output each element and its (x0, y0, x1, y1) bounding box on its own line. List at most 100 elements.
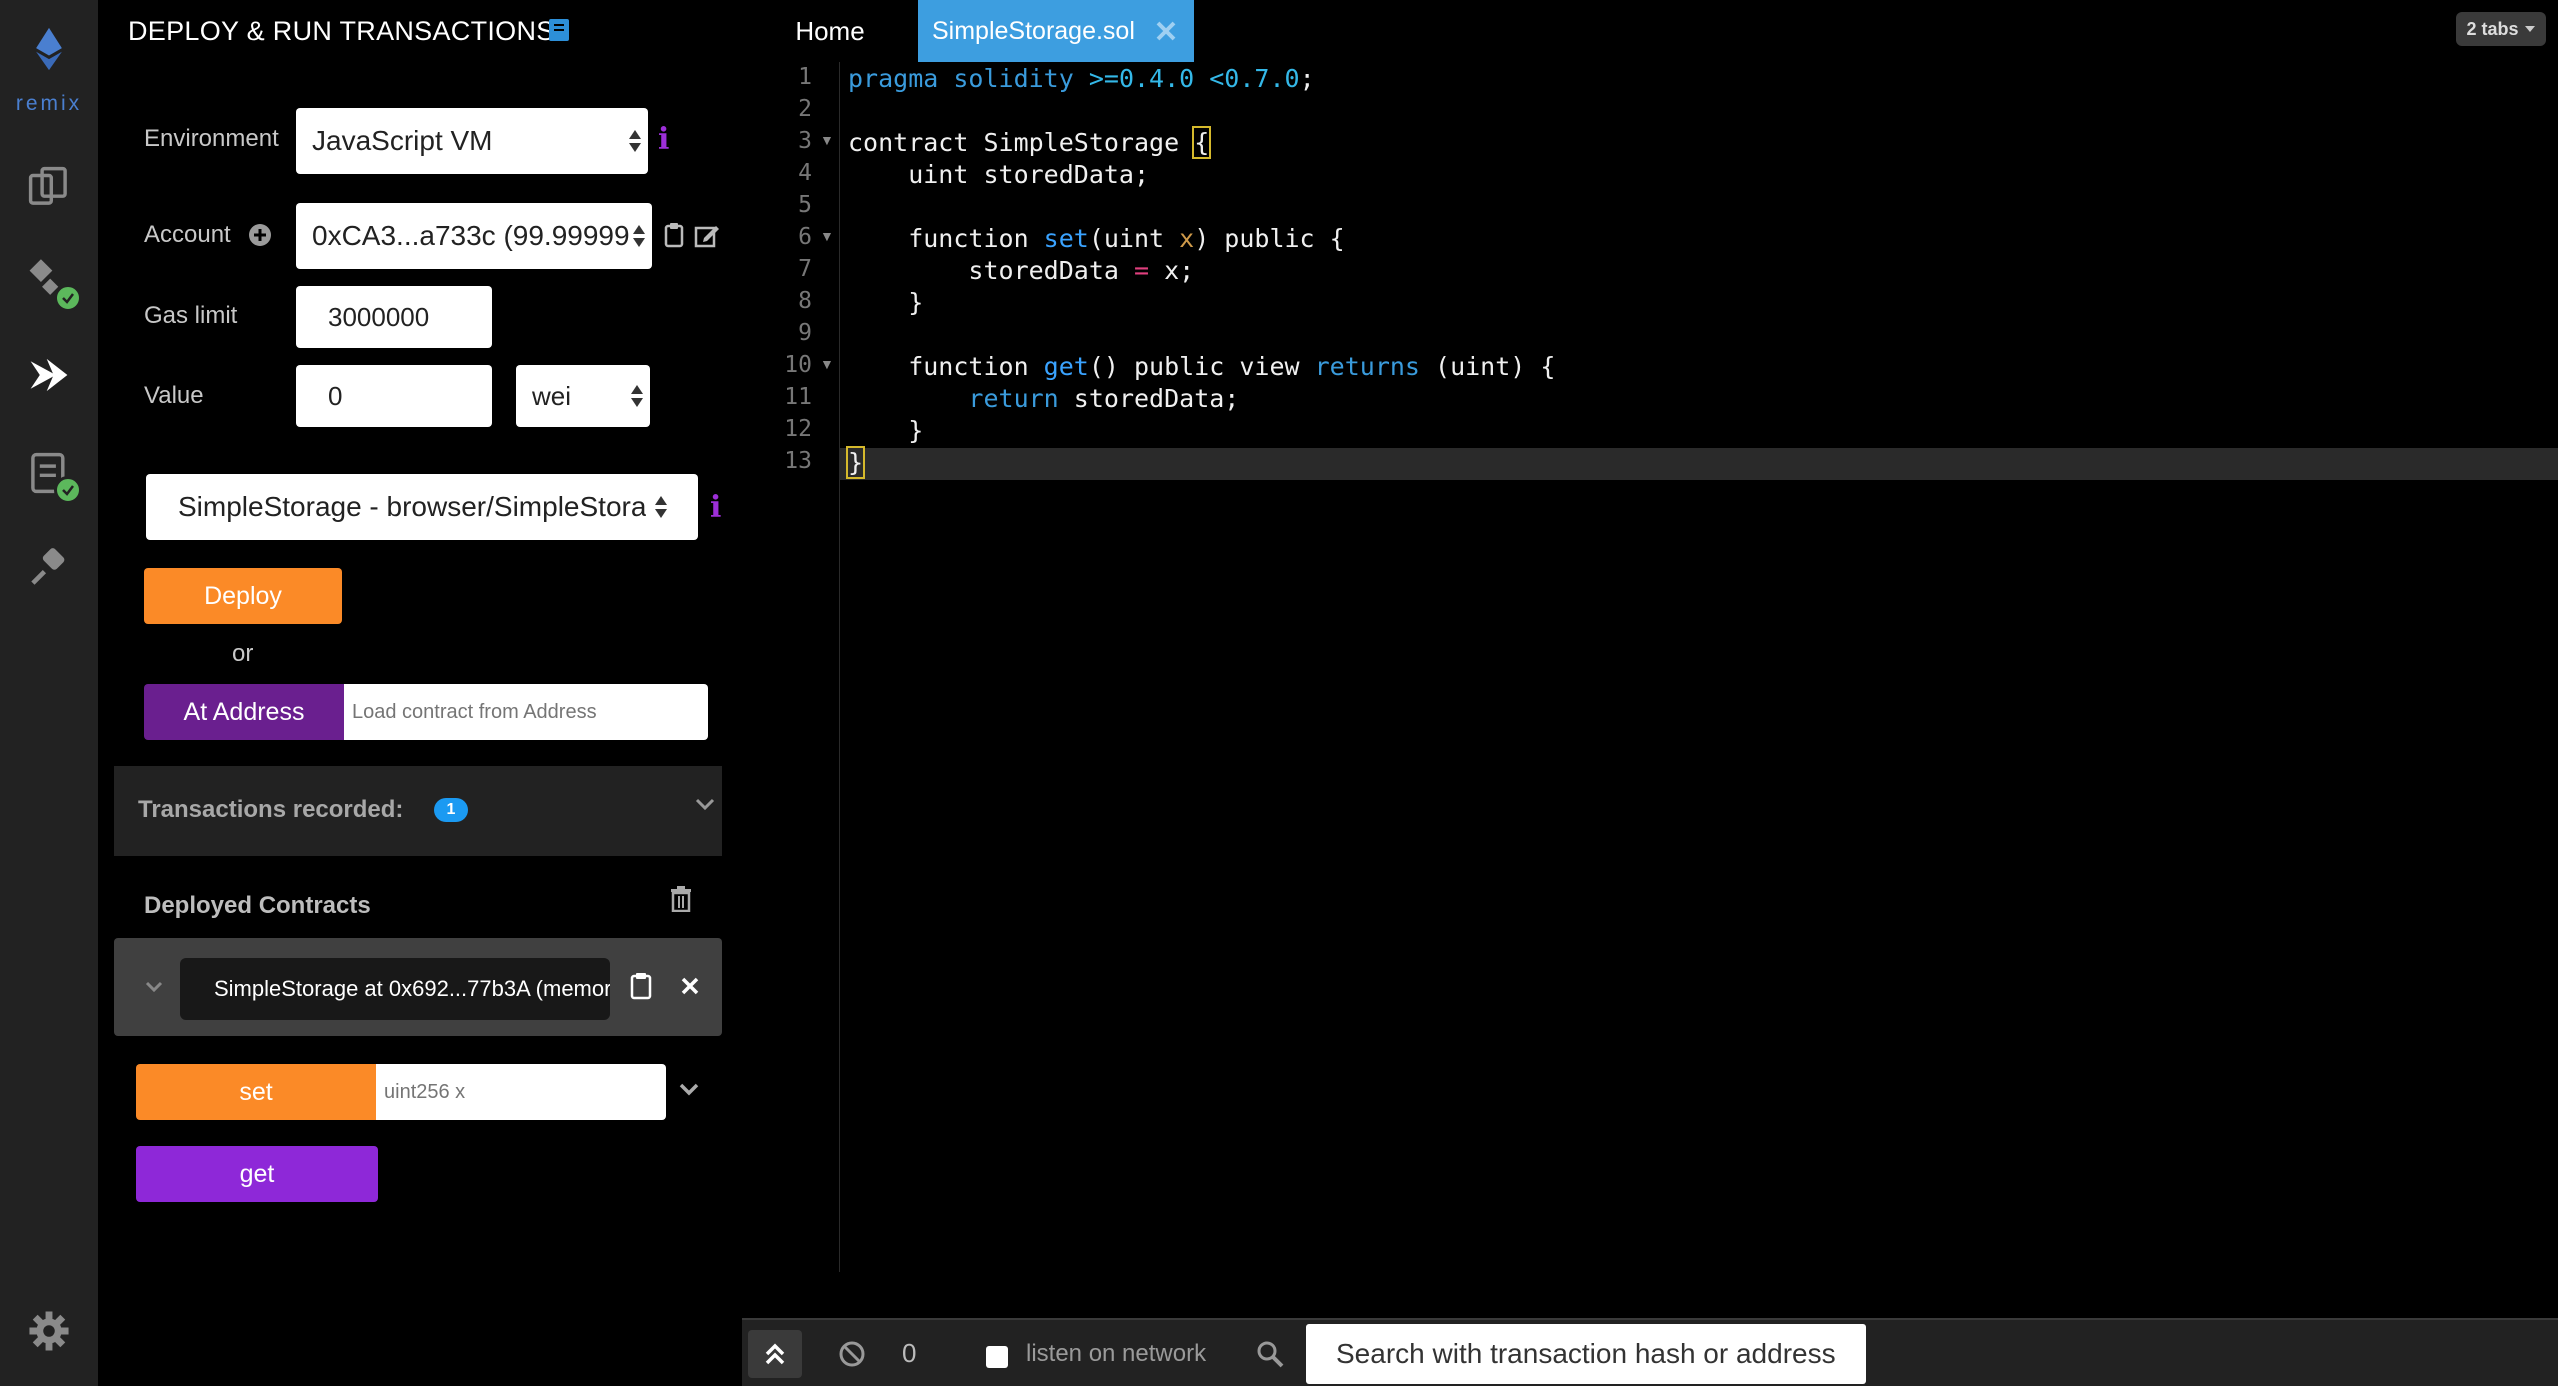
at-address-button[interactable]: At Address (144, 684, 344, 740)
transactions-recorded-label: Transactions recorded: (138, 796, 404, 823)
code-line: storedData = x; (848, 256, 1195, 285)
instance-name[interactable]: SimpleStorage at 0x692...77b3A (memory) (180, 958, 610, 1020)
compiler-icon[interactable] (22, 254, 82, 312)
info-icon[interactable]: i (658, 122, 669, 157)
chevron-down-icon[interactable] (144, 980, 164, 994)
check-badge-icon (54, 284, 82, 312)
copy-clipboard-icon[interactable] (664, 222, 684, 248)
value-input[interactable]: 0 (296, 365, 492, 427)
caret-down-icon (2524, 26, 2535, 32)
code-line: } (848, 288, 924, 317)
listen-on-network-checkbox[interactable] (986, 1346, 1008, 1368)
contract-select[interactable]: SimpleStorage - browser/SimpleStora (146, 474, 698, 540)
deploy-run-icon[interactable] (22, 348, 76, 402)
code-line: } (848, 416, 924, 445)
or-label: or (232, 640, 254, 667)
deploy-button[interactable]: Deploy (144, 568, 342, 624)
code-line: function set(uint x) public { (848, 224, 1345, 253)
line-number: 12 (784, 416, 812, 442)
updown-arrows-icon (631, 385, 643, 407)
close-icon[interactable] (680, 976, 700, 996)
chevron-down-icon[interactable] (678, 1082, 700, 1098)
environment-value: JavaScript VM (312, 125, 493, 156)
terminal-bar: 0 listen on network Search with transact… (742, 1318, 2558, 1386)
gas-limit-input[interactable]: 3000000 (296, 286, 492, 348)
get-function-button[interactable]: get (136, 1146, 378, 1202)
line-number: 1 (798, 64, 812, 90)
code-editor[interactable]: 1 2 3 4 5 6 7 8 9 10 11 12 13 ▼ ▼ ▼ pragma solidity … (742, 62, 2558, 1272)
value-label: Value (144, 382, 204, 409)
contract-select-value: SimpleStorage - browser/SimpleStora (178, 491, 646, 522)
double-chevron-up-icon (765, 1343, 785, 1365)
environment-select[interactable]: JavaScript VM (296, 108, 648, 174)
code-line: pragma solidity >=0.4.0 <0.7.0; (848, 64, 1315, 93)
trash-icon[interactable] (670, 886, 692, 912)
gas-limit-label: Gas limit (144, 302, 238, 329)
listen-on-network-label: listen on network (1026, 1340, 1207, 1367)
file-explorer-icon[interactable] (22, 160, 76, 214)
set-function-button[interactable]: set (136, 1064, 376, 1120)
line-number: 2 (798, 96, 812, 122)
plugin-manager-icon[interactable] (22, 540, 76, 594)
icon-bar: remix (0, 0, 98, 1386)
fold-arrow-icon[interactable]: ▼ (820, 132, 834, 148)
logo-text: remix (15, 92, 83, 115)
info-icon[interactable]: i (710, 490, 721, 525)
tabs-count-label: 2 tabs (2466, 18, 2519, 39)
copy-clipboard-icon[interactable] (630, 972, 652, 1000)
code-line: contract SimpleStorage { (848, 126, 1212, 159)
line-number: 13 (784, 448, 812, 474)
line-number: 3 (798, 128, 812, 154)
code-line: } (845, 446, 866, 479)
line-number: 11 (784, 384, 812, 410)
line-number: 6 (798, 224, 812, 250)
account-value: 0xCA3...a733c (99.99999 (312, 220, 630, 251)
panel-title: DEPLOY & RUN TRANSACTIONS (128, 16, 555, 46)
documentation-icon[interactable] (548, 18, 570, 42)
fold-arrow-icon[interactable]: ▼ (820, 228, 834, 244)
side-panel: DEPLOY & RUN TRANSACTIONS Environment Ja… (98, 0, 742, 1386)
account-select[interactable]: 0xCA3...a733c (99.99999 (296, 203, 652, 269)
clear-console-icon[interactable] (838, 1340, 866, 1368)
value-unit-select[interactable]: wei (516, 365, 650, 427)
fold-arrow-icon[interactable]: ▼ (820, 356, 834, 372)
line-number: 9 (798, 320, 812, 346)
tab-home[interactable]: Home (742, 0, 918, 62)
check-badge-icon (54, 476, 82, 504)
transactions-count-badge: 1 (434, 798, 468, 822)
active-line-highlight (742, 448, 2558, 480)
line-number: 8 (798, 288, 812, 314)
editor-tab-bar: Home SimpleStorage.sol 2 tabs (742, 0, 2558, 62)
account-label: Account (144, 221, 231, 248)
toggle-terminal-button[interactable] (748, 1330, 802, 1378)
pending-tx-count: 0 (902, 1338, 917, 1368)
updown-arrows-icon (633, 225, 645, 247)
remix-logo-icon[interactable] (22, 22, 76, 76)
updown-arrows-icon (655, 496, 667, 518)
line-number: 10 (784, 352, 812, 378)
transaction-search-input[interactable]: Search with transaction hash or address (1306, 1324, 1866, 1384)
environment-label: Environment (144, 125, 279, 152)
tab-file-label: SimpleStorage.sol (932, 16, 1135, 45)
settings-gear-icon[interactable] (22, 1304, 76, 1358)
updown-arrows-icon (629, 130, 641, 152)
edit-pencil-icon[interactable] (694, 222, 720, 248)
deployed-instance: SimpleStorage at 0x692...77b3A (memory) (114, 938, 722, 1036)
at-address-input[interactable] (344, 684, 708, 740)
add-account-icon[interactable] (248, 223, 272, 247)
code-line: return storedData; (968, 384, 1240, 413)
tab-simplestorage-sol[interactable]: SimpleStorage.sol (918, 0, 1194, 62)
code-line: function get() public view returns (uint… (848, 352, 1556, 381)
transactions-recorded-panel[interactable]: Transactions recorded: 1 (114, 766, 722, 856)
set-function-input[interactable] (376, 1064, 666, 1120)
solidity-analysis-icon[interactable] (22, 446, 82, 504)
line-number: 7 (798, 256, 812, 282)
tabs-count-dropdown[interactable]: 2 tabs (2456, 12, 2546, 46)
search-icon (1257, 1341, 1284, 1368)
code-line: uint storedData; (848, 160, 1150, 189)
value-unit: wei (532, 380, 572, 411)
close-tab-icon[interactable] (1154, 19, 1178, 43)
deployed-contracts-label: Deployed Contracts (144, 892, 371, 919)
line-number: 5 (798, 192, 812, 218)
chevron-down-icon[interactable] (694, 796, 716, 812)
